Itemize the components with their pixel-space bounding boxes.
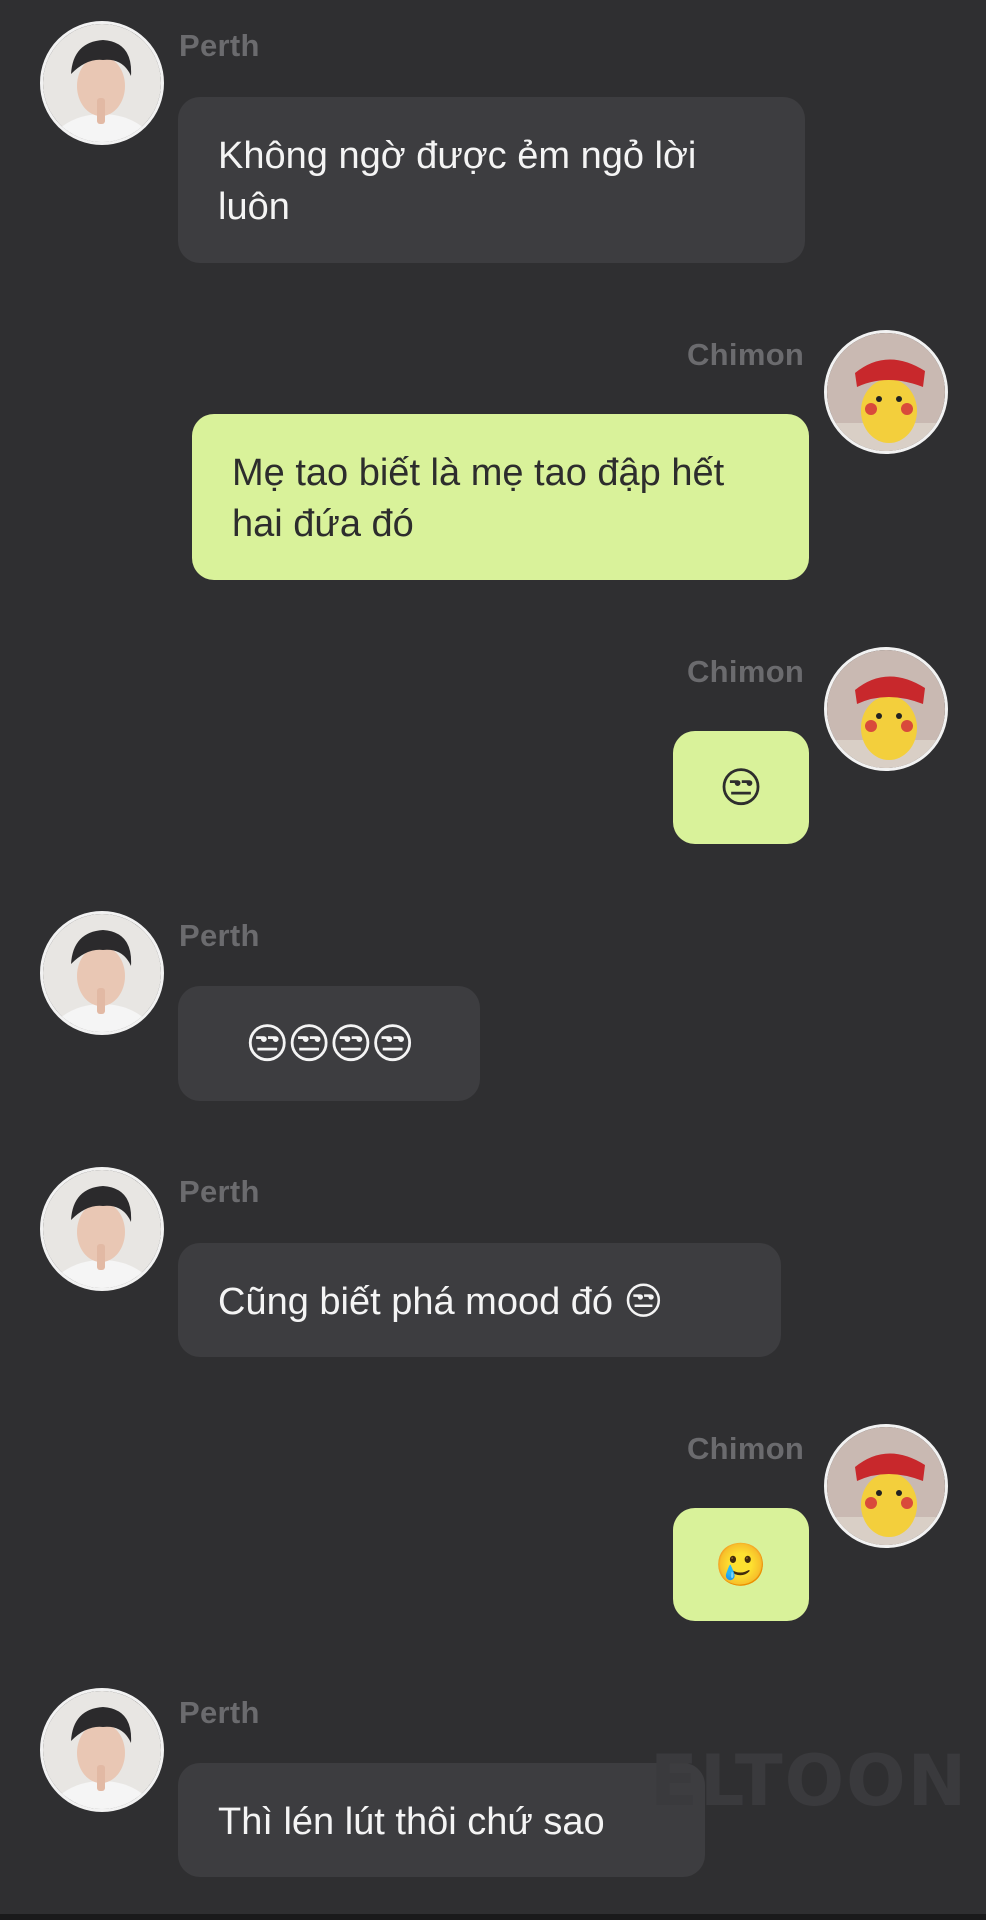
message-bubble[interactable]: Mẹ tao biết là mẹ tao đập hết hai đứa đó [192, 414, 809, 580]
person-photo-icon [43, 1691, 161, 1809]
avatar-perth[interactable] [40, 21, 164, 145]
sender-name: Chimon [687, 1431, 805, 1466]
avatar-chimon[interactable] [824, 647, 948, 771]
sender-name: Perth [179, 28, 260, 63]
avatar-perth[interactable] [40, 911, 164, 1035]
message-bubble[interactable]: 😒😒😒😒 [178, 986, 480, 1101]
message-bubble[interactable]: Không ngờ được ẻm ngỏ lời luôn [178, 97, 805, 263]
avatar-chimon[interactable] [824, 1424, 948, 1548]
bottom-edge [0, 1914, 986, 1920]
message-bubble[interactable]: 😒 [673, 731, 809, 844]
sender-name: Perth [179, 918, 260, 953]
message-bubble[interactable]: Cũng biết phá mood đó 😒 [178, 1243, 781, 1357]
sender-name: Perth [179, 1695, 260, 1730]
avatar-perth[interactable] [40, 1688, 164, 1812]
person-photo-icon [43, 24, 161, 142]
message-bubble[interactable]: 🥲 [673, 1508, 809, 1621]
avatar-perth[interactable] [40, 1167, 164, 1291]
watermark-logo: ELTOON [650, 1740, 969, 1822]
sender-name: Chimon [687, 337, 805, 372]
sender-name: Perth [179, 1174, 260, 1209]
pikachu-photo-icon [827, 333, 945, 451]
person-photo-icon [43, 1170, 161, 1288]
pikachu-photo-icon [827, 650, 945, 768]
message-bubble[interactable]: Thì lén lút thôi chứ sao [178, 1763, 705, 1877]
person-photo-icon [43, 914, 161, 1032]
sender-name: Chimon [687, 654, 805, 689]
pikachu-photo-icon [827, 1427, 945, 1545]
avatar-chimon[interactable] [824, 330, 948, 454]
